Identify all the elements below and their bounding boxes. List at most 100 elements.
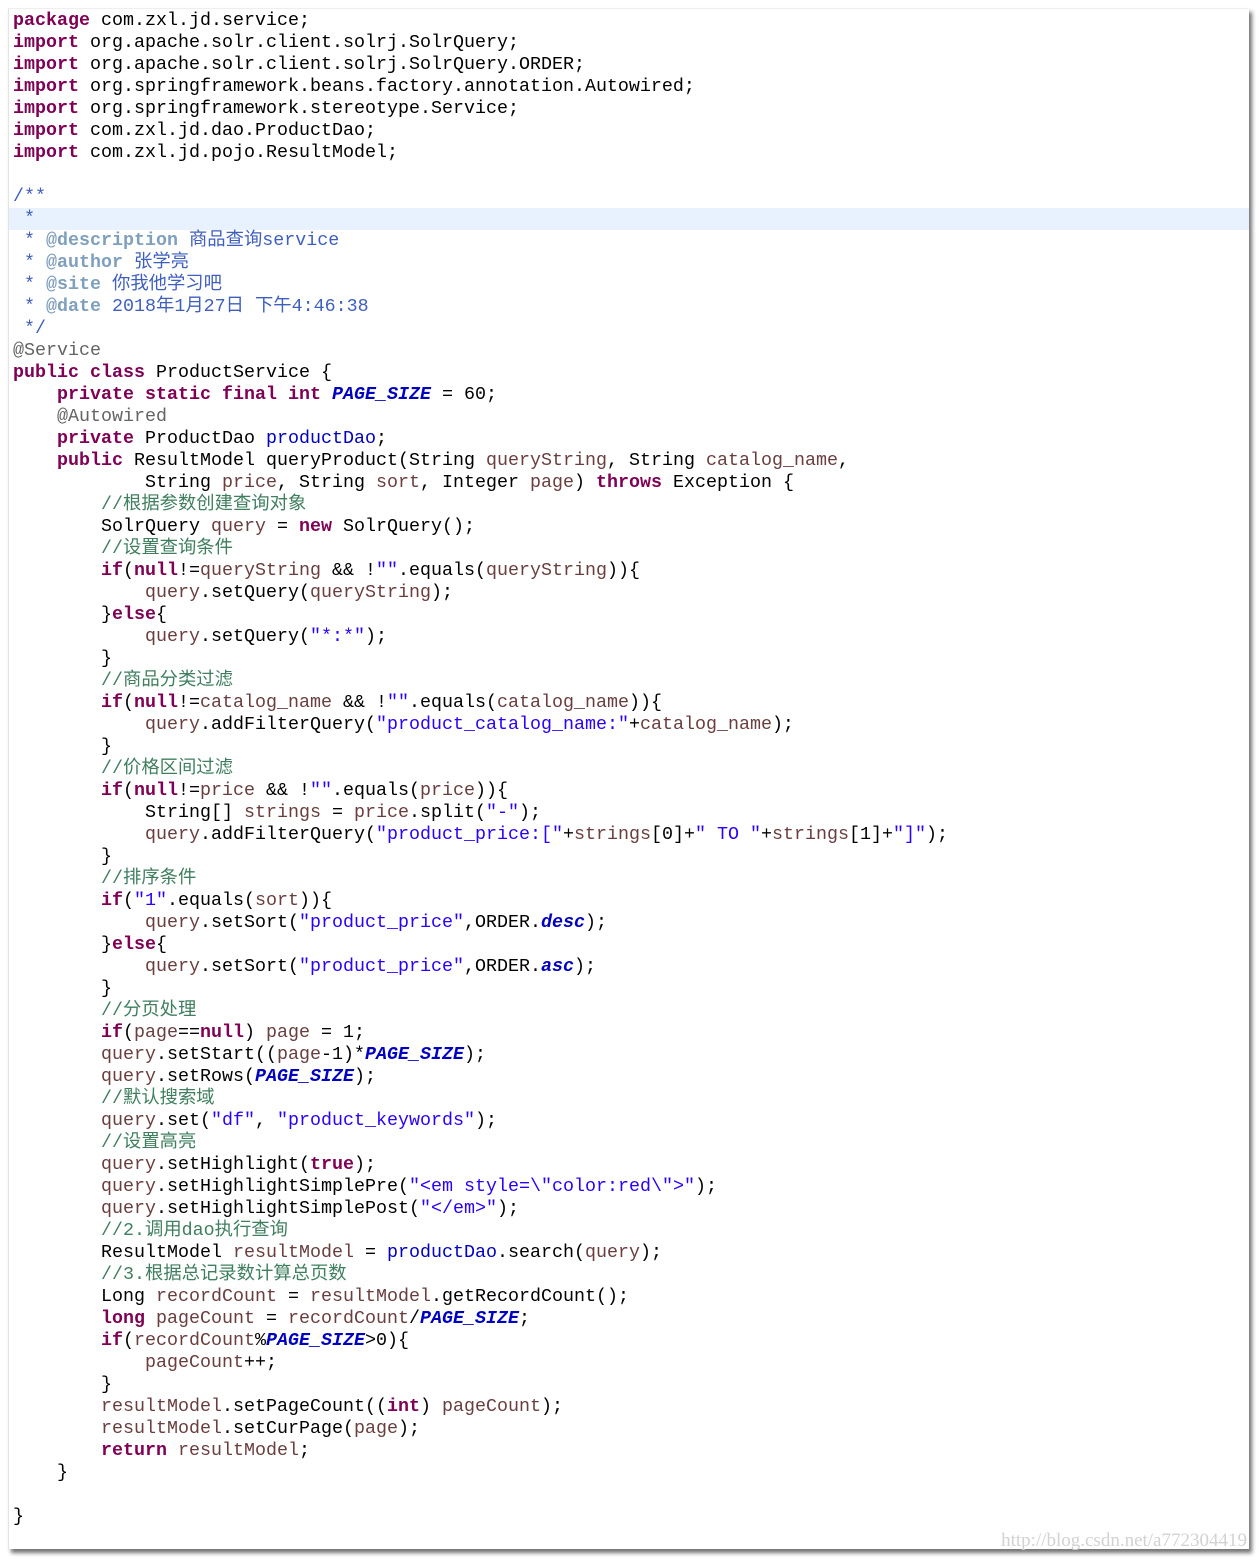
code-line[interactable]: SolrQuery query = new SolrQuery(); <box>9 516 1249 538</box>
code-line[interactable]: } <box>9 1506 1249 1528</box>
javadoc-tag: @description <box>46 230 178 251</box>
code-line[interactable]: //2.调用dao执行查询 <box>9 1220 1249 1242</box>
code-line[interactable]: String price, String sort, Integer page)… <box>9 472 1249 494</box>
code-line[interactable]: import org.apache.solr.client.solrj.Solr… <box>9 32 1249 54</box>
code-line[interactable]: //默认搜索域 <box>9 1088 1249 1110</box>
code-line[interactable]: * @description 商品查询service <box>9 230 1249 252</box>
code-line[interactable]: ResultModel resultModel = productDao.sea… <box>9 1242 1249 1264</box>
code-text: , Integer <box>419 472 530 493</box>
code-line[interactable]: query.setQuery(queryString); <box>9 582 1249 604</box>
code-line[interactable]: //分页处理 <box>9 1000 1249 1022</box>
code-line[interactable]: resultModel.setCurPage(page); <box>9 1418 1249 1440</box>
code-text: != <box>178 692 200 713</box>
keyword: long <box>101 1308 145 1329</box>
code-line[interactable]: //3.根据总记录数计算总页数 <box>9 1264 1249 1286</box>
code-text-area[interactable]: package com.zxl.jd.service; import org.ap… <box>9 10 1249 1528</box>
code-text: ; <box>299 1440 310 1461</box>
code-line[interactable]: public ResultModel queryProduct(String q… <box>9 450 1249 472</box>
local-variable: recordCount <box>155 1286 277 1307</box>
code-text: .setPageCount(( <box>222 1396 387 1417</box>
code-text: .setQuery( <box>199 582 310 603</box>
code-line[interactable]: long pageCount = recordCount/PAGE_SIZE; <box>9 1308 1249 1330</box>
code-line[interactable]: import com.zxl.jd.dao.ProductDao; <box>9 120 1249 142</box>
code-line[interactable]: query.setStart((page-1)*PAGE_SIZE); <box>9 1044 1249 1066</box>
code-line[interactable]: query.setQuery("*:*"); <box>9 626 1249 648</box>
code-line[interactable]: import org.apache.solr.client.solrj.Solr… <box>9 54 1249 76</box>
code-line[interactable]: public class ProductService { <box>9 362 1249 384</box>
code-line[interactable]: if(null!=queryString && !"".equals(query… <box>9 560 1249 582</box>
code-line[interactable]: query.addFilterQuery("product_price:["+s… <box>9 824 1249 846</box>
code-editor[interactable]: package com.zxl.jd.service; import org.ap… <box>8 8 1249 1549</box>
code-line[interactable]: query.addFilterQuery("product_catalog_na… <box>9 714 1249 736</box>
code-text: ); <box>464 1044 486 1065</box>
code-text: = 60; <box>430 384 497 405</box>
code-line[interactable]: } <box>9 1462 1249 1484</box>
code-line[interactable]: //根据参数创建查询对象 <box>9 494 1249 516</box>
code-text: .getRecordCount(); <box>430 1286 629 1307</box>
local-variable: page <box>134 1022 178 1043</box>
code-line[interactable]: //排序条件 <box>9 868 1249 890</box>
code-line[interactable]: import com.zxl.jd.pojo.ResultModel; <box>9 142 1249 164</box>
code-line[interactable]: if(page==null) page = 1; <box>9 1022 1249 1044</box>
code-line[interactable]: //商品分类过滤 <box>9 670 1249 692</box>
code-line[interactable]: query.set("df", "product_keywords"); <box>9 1110 1249 1132</box>
code-line[interactable]: if(null!=price && !"".equals(price)){ <box>9 780 1249 802</box>
local-variable: strings <box>771 824 849 845</box>
code-line[interactable]: * @site 你我他学习吧 <box>9 274 1249 296</box>
code-line[interactable]: query.setSort("product_price",ORDER.desc… <box>9 912 1249 934</box>
code-line[interactable]: }else{ <box>9 934 1249 956</box>
code-line[interactable]: //设置高亮 <box>9 1132 1249 1154</box>
code-line[interactable]: package com.zxl.jd.service; <box>9 10 1249 32</box>
code-text: .addFilterQuery( <box>199 824 376 845</box>
code-line[interactable]: @Service <box>9 340 1249 362</box>
code-line[interactable]: } <box>9 978 1249 1000</box>
code-line[interactable] <box>9 164 1249 186</box>
string-literal: "<em style=\"color:red\">" <box>408 1176 695 1197</box>
code-line[interactable]: * @date 2018年1月27日 下午4:46:38 <box>9 296 1249 318</box>
code-line[interactable]: query.setHighlightSimplePost("</em>"); <box>9 1198 1249 1220</box>
code-line[interactable]: private ProductDao productDao; <box>9 428 1249 450</box>
code-line[interactable]: Long recordCount = resultModel.getRecord… <box>9 1286 1249 1308</box>
code-line[interactable] <box>9 1484 1249 1506</box>
code-line[interactable]: query.setSort("product_price",ORDER.asc)… <box>9 956 1249 978</box>
code-line-current[interactable]: * <box>9 208 1249 230</box>
code-text: ,ORDER. <box>463 956 541 977</box>
code-line[interactable]: //价格区间过滤 <box>9 758 1249 780</box>
code-line[interactable]: pageCount++; <box>9 1352 1249 1374</box>
javadoc: 张学亮 <box>123 252 189 273</box>
code-line[interactable]: /** <box>9 186 1249 208</box>
code-line[interactable]: } <box>9 736 1249 758</box>
code-line[interactable]: } <box>9 648 1249 670</box>
code-line[interactable]: private static final int PAGE_SIZE = 60; <box>9 384 1249 406</box>
code-line[interactable]: if(null!=catalog_name && !"".equals(cata… <box>9 692 1249 714</box>
code-line[interactable]: query.setHighlightSimplePre("<em style=\… <box>9 1176 1249 1198</box>
local-variable: price <box>221 472 277 493</box>
code-text: = <box>353 1242 387 1263</box>
code-text: )){ <box>475 780 508 801</box>
code-line[interactable]: resultModel.setPageCount((int) pageCount… <box>9 1396 1249 1418</box>
code-line[interactable]: query.setRows(PAGE_SIZE); <box>9 1066 1249 1088</box>
code-line[interactable]: */ <box>9 318 1249 340</box>
code-line[interactable]: import org.springframework.stereotype.Se… <box>9 98 1249 120</box>
code-line[interactable]: @Autowired <box>9 406 1249 428</box>
code-line[interactable]: if("1".equals(sort)){ <box>9 890 1249 912</box>
code-line[interactable]: * @author 张学亮 <box>9 252 1249 274</box>
code-line[interactable]: //设置查询条件 <box>9 538 1249 560</box>
code-line[interactable]: if(recordCount%PAGE_SIZE>0){ <box>9 1330 1249 1352</box>
code-line[interactable]: } <box>9 846 1249 868</box>
javadoc: * <box>13 252 46 273</box>
code-line[interactable]: String[] strings = price.split("-"); <box>9 802 1249 824</box>
code-line[interactable]: } <box>9 1374 1249 1396</box>
code-line[interactable]: }else{ <box>9 604 1249 626</box>
code-line[interactable]: query.setHighlight(true); <box>9 1154 1249 1176</box>
code-text: != <box>178 560 200 581</box>
code-text: ); <box>925 824 948 845</box>
code-line[interactable]: return resultModel; <box>9 1440 1249 1462</box>
javadoc: 2018年1月27日 下午4:46:38 <box>101 296 369 317</box>
code-line[interactable]: import org.springframework.beans.factory… <box>9 76 1249 98</box>
